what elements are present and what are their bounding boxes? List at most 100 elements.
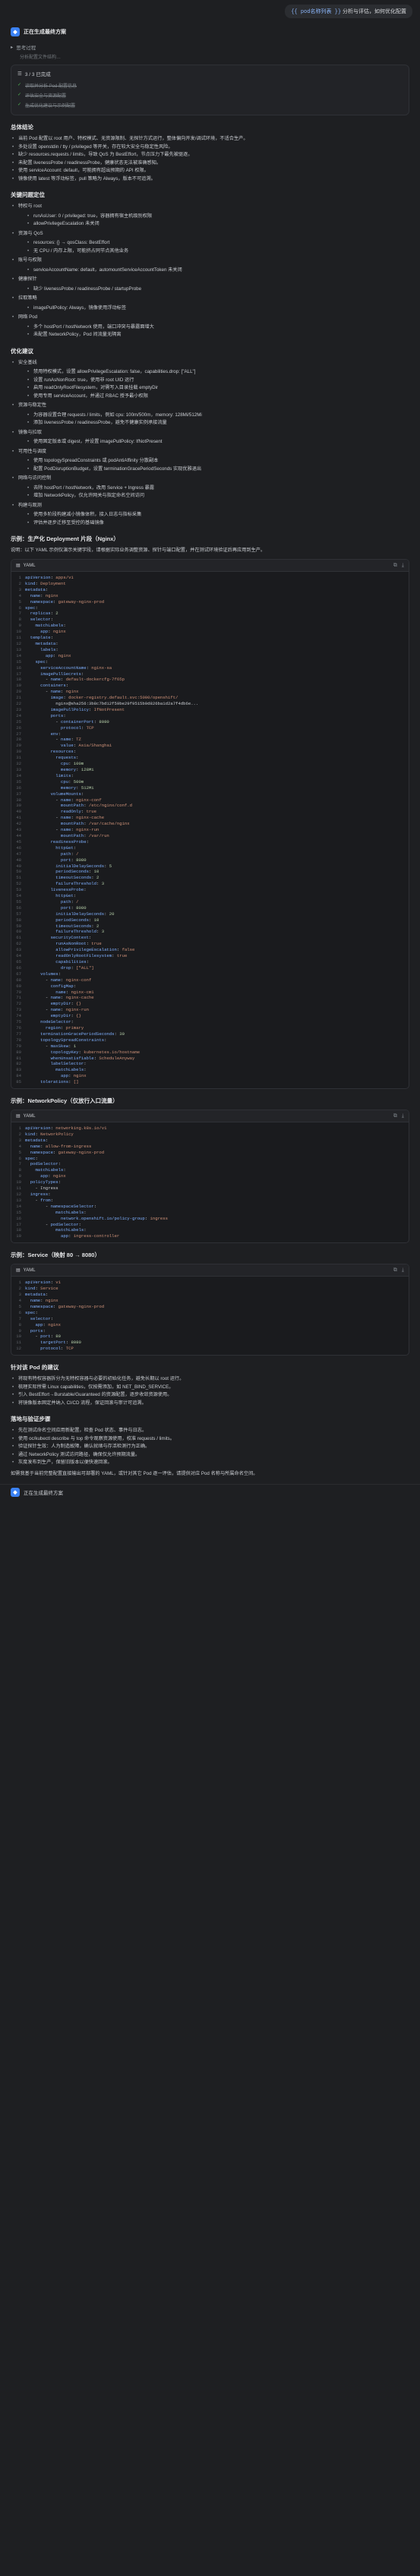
copy-icon[interactable]: ⧉: [393, 563, 397, 569]
line-content: image: docker-registry.default.svc:5000/…: [50, 695, 178, 701]
list-item: 网络 Pod 多个 hostPort / hostNetwork 使用，端口冲突…: [11, 314, 409, 339]
line-number: 54: [16, 893, 21, 899]
code-line: 68 - name: nginx-conf: [11, 977, 409, 983]
code-line: 6 spec:: [11, 1156, 409, 1162]
list-item: 添加 livenessProbe / readinessProbe，避免不健康实…: [26, 419, 409, 428]
download-icon[interactable]: ⤓: [402, 563, 404, 569]
top-bar: {{ pod名称列表 }} 分析与评估，如何优化配置: [0, 0, 420, 23]
list-item: 多处设置 openstdin / tty / privileged 等开关，存在…: [11, 144, 409, 152]
code-line: 19 containers:: [11, 683, 409, 689]
code-line: 19 app: ingress-controller: [11, 1233, 409, 1239]
code-line: 4 name: nginx: [11, 1298, 409, 1304]
line-content: matchLabels:: [55, 1227, 87, 1233]
line-number: 14: [16, 1203, 21, 1209]
list-item: 引入 BestEffort→Burstable/Guaranteed 的资源配置…: [11, 1391, 409, 1400]
line-number: 57: [16, 911, 21, 917]
line-content: name: nginx: [30, 1297, 58, 1303]
copy-icon[interactable]: ⧉: [393, 1267, 397, 1274]
code-line: 11 targetPort: 8080: [11, 1340, 409, 1346]
code-line: 10 - port: 80: [11, 1334, 409, 1340]
copy-icon[interactable]: ⧉: [393, 1113, 397, 1119]
list-item: 为容器设置合理 requests / limits，例如 cpu: 100m/5…: [26, 412, 409, 420]
list-item: 缺少 livenessProbe / readinessProbe / star…: [26, 286, 409, 294]
line-number: 85: [16, 1079, 21, 1085]
code-header: ▤ YAML ⧉ ⤓: [11, 560, 409, 572]
thinking-toggle[interactable]: ▸ 思考过程: [11, 41, 409, 53]
line-number: 18: [16, 1227, 21, 1233]
line-content: capabilities:: [55, 959, 89, 964]
code-line: 26 protocol: TCP: [11, 725, 409, 731]
code-line: 7 podSelector:: [11, 1161, 409, 1167]
line-number: 82: [16, 1061, 21, 1067]
plan-title: ☰ 3 / 3 已完成: [17, 70, 403, 77]
code-line: 62 runAsNonRoot: true: [11, 941, 409, 947]
line-content: timeoutSeconds: 2: [55, 875, 99, 881]
line-number: 9: [18, 623, 21, 629]
line-number: 46: [16, 844, 21, 851]
line-content: emptyDir: {}: [50, 1001, 81, 1007]
line-content: - name: nginx-conf: [25, 977, 92, 983]
line-content: - maxSkew: 1: [25, 1043, 77, 1049]
line-number: 15: [16, 658, 21, 665]
code-line: 77 terminationGracePeriodSeconds: 30: [11, 1031, 409, 1037]
line-number: 55: [16, 898, 21, 904]
line-number: 14: [16, 652, 21, 658]
line-content: name: nginx: [30, 592, 58, 598]
code-line: 48 port: 8080: [11, 857, 409, 863]
user-prompt-text: 分析与评估，如何优化配置: [341, 9, 406, 14]
code-line: 1 apiVersion: v1: [11, 1280, 409, 1286]
line-content: env:: [50, 731, 62, 737]
line-number: 61: [16, 935, 21, 941]
line-content: terminationGracePeriodSeconds: 30: [40, 1031, 125, 1037]
line-content: containers:: [40, 683, 69, 689]
section-title-service: 示例：Service（映射 80 → 8080）: [11, 1252, 100, 1259]
list-item: imagePullPolicy: Always，镜像使用浮动标签: [26, 305, 409, 313]
line-content: allowPrivilegeEscalation: false: [55, 947, 135, 953]
code-line: 18 - name: default-dockercfg-7f65p: [11, 677, 409, 683]
line-content: region: primary: [45, 1024, 84, 1031]
line-number: 1: [18, 575, 21, 580]
line-number: 36: [16, 784, 21, 791]
line-number: 26: [16, 724, 21, 731]
line-content: periodSeconds: 10: [55, 869, 99, 875]
line-number: 6: [18, 1309, 21, 1315]
code-line: 20 - name: nginx: [11, 689, 409, 695]
line-number: 69: [16, 983, 21, 989]
line-content: periodSeconds: 10: [55, 917, 99, 923]
code-lang-label: YAML: [23, 1113, 36, 1119]
code-lang-label: YAML: [23, 563, 36, 568]
code-line: 5 namespace: gateway-nginx-prod: [11, 599, 409, 605]
line-number: 11: [16, 1340, 21, 1346]
line-content: securityContext:: [50, 935, 92, 941]
code-line: 1 apiVersion: apps/v1: [11, 575, 409, 581]
code-line: 25 - containerPort: 8080: [11, 719, 409, 725]
line-number: 58: [16, 917, 21, 923]
code-line: 12 ingress:: [11, 1192, 409, 1198]
line-content: - podSelector:: [25, 1221, 81, 1227]
line-content: failureThreshold: 3: [55, 929, 105, 935]
code-line: 74 emptyDir: {}: [11, 1013, 409, 1019]
thinking-block[interactable]: ▸ 思考过程 分析配置文件结构…: [11, 41, 409, 60]
assistant-title: 正在生成最终方案: [24, 30, 66, 35]
file-icon: ▤: [16, 1268, 21, 1274]
code-line: 65 capabilities:: [11, 959, 409, 965]
assistant-logo-icon: ◆: [11, 1488, 20, 1498]
code-line: 10 app: nginx: [11, 629, 409, 635]
list-item: 梳理实际所需 Linux capabilities，仅按需添加，如 NET_BI…: [11, 1384, 409, 1392]
code-line: 82 labelSelector:: [11, 1061, 409, 1067]
download-icon[interactable]: ⤓: [402, 1267, 404, 1274]
code-line: 28 - name: TZ: [11, 737, 409, 743]
download-icon[interactable]: ⤓: [402, 1113, 404, 1119]
code-line: 22 nginx@sha256:3b8c7bd12f59be29f9515b9d…: [11, 701, 409, 707]
line-number: 9: [18, 1327, 21, 1334]
code-line: 8 selector:: [11, 617, 409, 623]
closing-text: 如需我基于当前完整配置直接输出可部署的 YAML，或针对其它 Pod 逐一评估，…: [11, 1470, 258, 1476]
code-line: 39 mountPath: /etc/nginx/conf.d: [11, 803, 409, 809]
code-line: 67 volumes:: [11, 971, 409, 977]
user-prompt-code: {{ pod名称列表 }}: [291, 9, 342, 15]
line-number: 62: [16, 941, 21, 947]
line-content: namespace: gateway-nginx-prod: [30, 598, 105, 605]
code-actions: ⧉ ⤓: [393, 1113, 404, 1119]
line-content: port: 8080: [61, 904, 87, 911]
plan-card: ☰ 3 / 3 已完成 读取并分析 Pod 配置信息 评估安全与资源配置 生成优…: [11, 65, 409, 115]
